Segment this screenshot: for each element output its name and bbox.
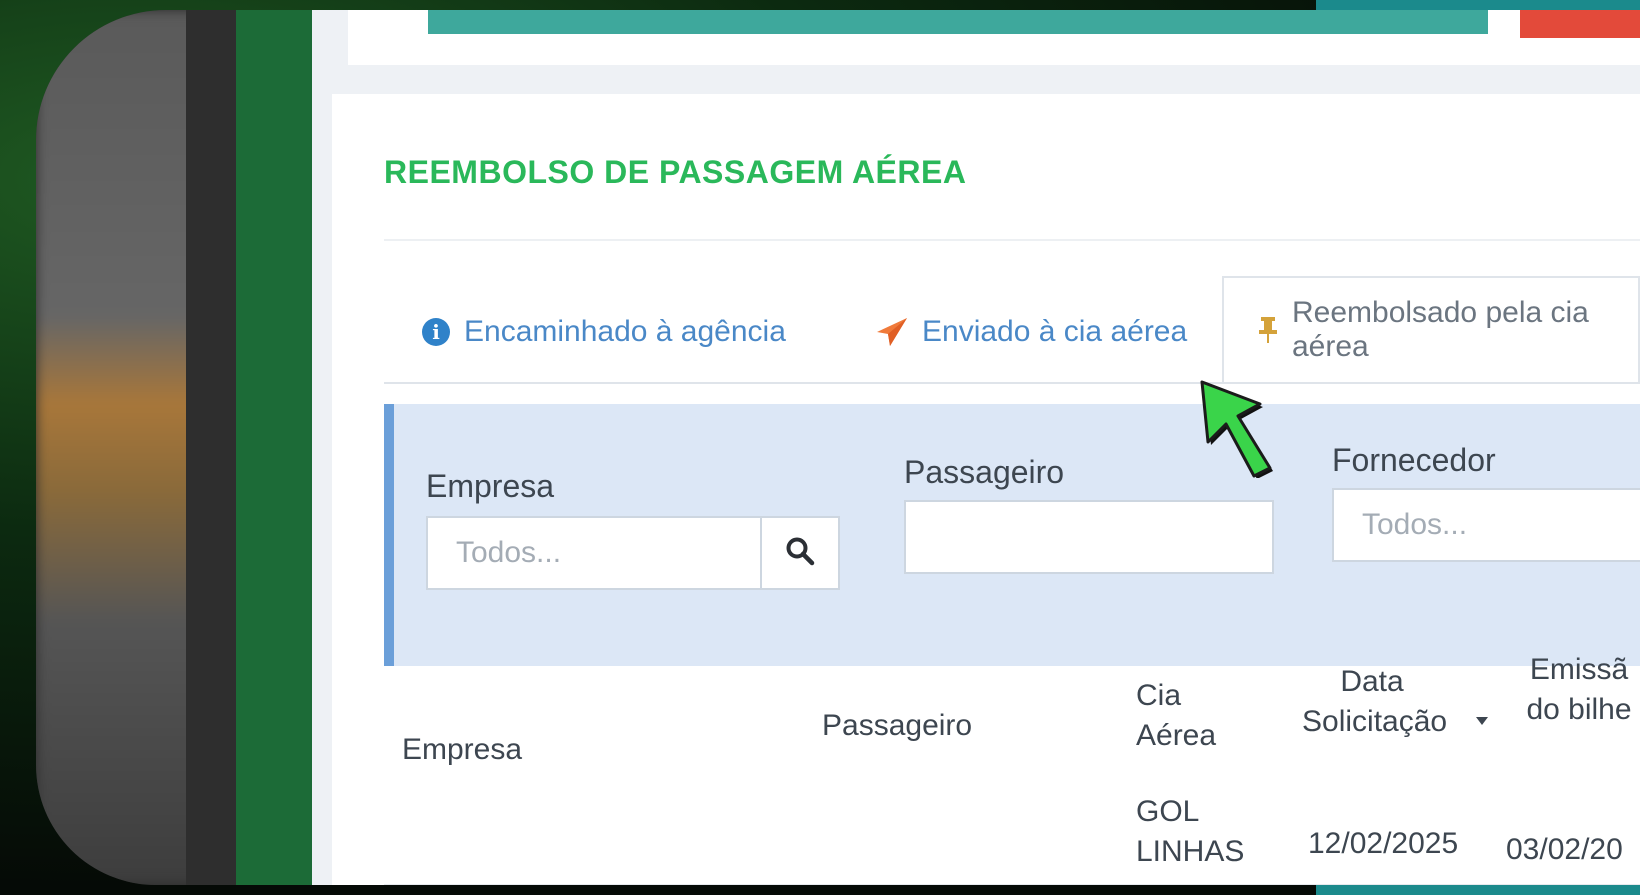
empresa-search-button[interactable] <box>760 516 840 590</box>
info-circle-icon: i <box>422 318 450 346</box>
column-header-line: Aérea <box>1136 719 1217 752</box>
fornecedor-filter-input[interactable]: Todos... <box>1332 488 1640 562</box>
data-solicitacao-cell: 12/02/2025 <box>1308 827 1459 860</box>
column-header-empresa[interactable]: Empresa <box>402 730 522 770</box>
cia-aerea-cell: GOL LINHAS <box>1136 792 1244 872</box>
page-title: REEMBOLSO DE PASSAGEM AÉREA <box>384 154 967 190</box>
tab-label: Enviado à cia aérea <box>922 315 1188 348</box>
title-divider <box>384 239 1640 241</box>
tab-enviado[interactable]: Enviado à cia aérea <box>876 282 1187 382</box>
top-card <box>348 10 1640 65</box>
tab-reembolsado[interactable]: Reembolsado pela cia aérea <box>1222 276 1640 382</box>
emissao-cell: 03/02/20 <box>1506 833 1623 866</box>
blurred-edge <box>36 10 206 885</box>
column-header-line: Data <box>1340 665 1404 698</box>
column-header-line: Cia <box>1136 679 1182 712</box>
tab-label: Encaminhado à agência <box>464 315 786 348</box>
column-header-emissao[interactable]: Emissã do bilhe <box>1504 650 1640 730</box>
device-frame: REEMBOLSO DE PASSAGEM AÉREA i Encaminhad… <box>36 10 1640 885</box>
paper-plane-icon <box>876 317 908 347</box>
app-screen: REEMBOLSO DE PASSAGEM AÉREA i Encaminhad… <box>312 10 1640 885</box>
cell-line: GOL <box>1136 795 1200 828</box>
fornecedor-filter-label: Fornecedor <box>1332 442 1496 478</box>
pointer-cursor-icon <box>1198 378 1276 479</box>
tabs-baseline <box>384 382 1640 384</box>
search-icon <box>785 536 815 570</box>
top-progress-bar <box>428 10 1488 34</box>
column-header-passageiro[interactable]: Passageiro <box>822 706 972 746</box>
red-action-button[interactable] <box>1520 10 1640 38</box>
main-card: REEMBOLSO DE PASSAGEM AÉREA i Encaminhad… <box>332 94 1640 885</box>
column-header-cia-aerea[interactable]: Cia Aérea <box>1136 676 1216 756</box>
header-divider <box>384 884 1640 885</box>
sort-desc-icon[interactable] <box>1474 712 1490 731</box>
pushpin-icon <box>1258 316 1278 344</box>
column-header-data-solicitacao[interactable]: Data Solicitação <box>1302 662 1448 742</box>
column-header-line: Solicitação <box>1302 705 1448 738</box>
tab-label: Reembolsado pela cia aérea <box>1292 296 1589 363</box>
passageiro-filter-label: Passageiro <box>904 454 1065 490</box>
passageiro-filter-input[interactable] <box>904 500 1274 574</box>
cell-line: LINHAS <box>1136 835 1245 868</box>
empresa-filter-label: Empresa <box>426 468 555 504</box>
green-sidebar <box>236 10 312 885</box>
filter-panel: Empresa Todos... Passageiro Fornecedor T… <box>384 404 1640 666</box>
column-header-line: Emissã <box>1529 653 1629 686</box>
column-header-line: do bilhe <box>1526 693 1632 726</box>
empresa-filter-input[interactable]: Todos... <box>426 516 762 590</box>
status-tabs: i Encaminhado à agência Enviado à cia aé… <box>384 276 1640 384</box>
tab-encaminhado[interactable]: i Encaminhado à agência <box>422 282 786 382</box>
